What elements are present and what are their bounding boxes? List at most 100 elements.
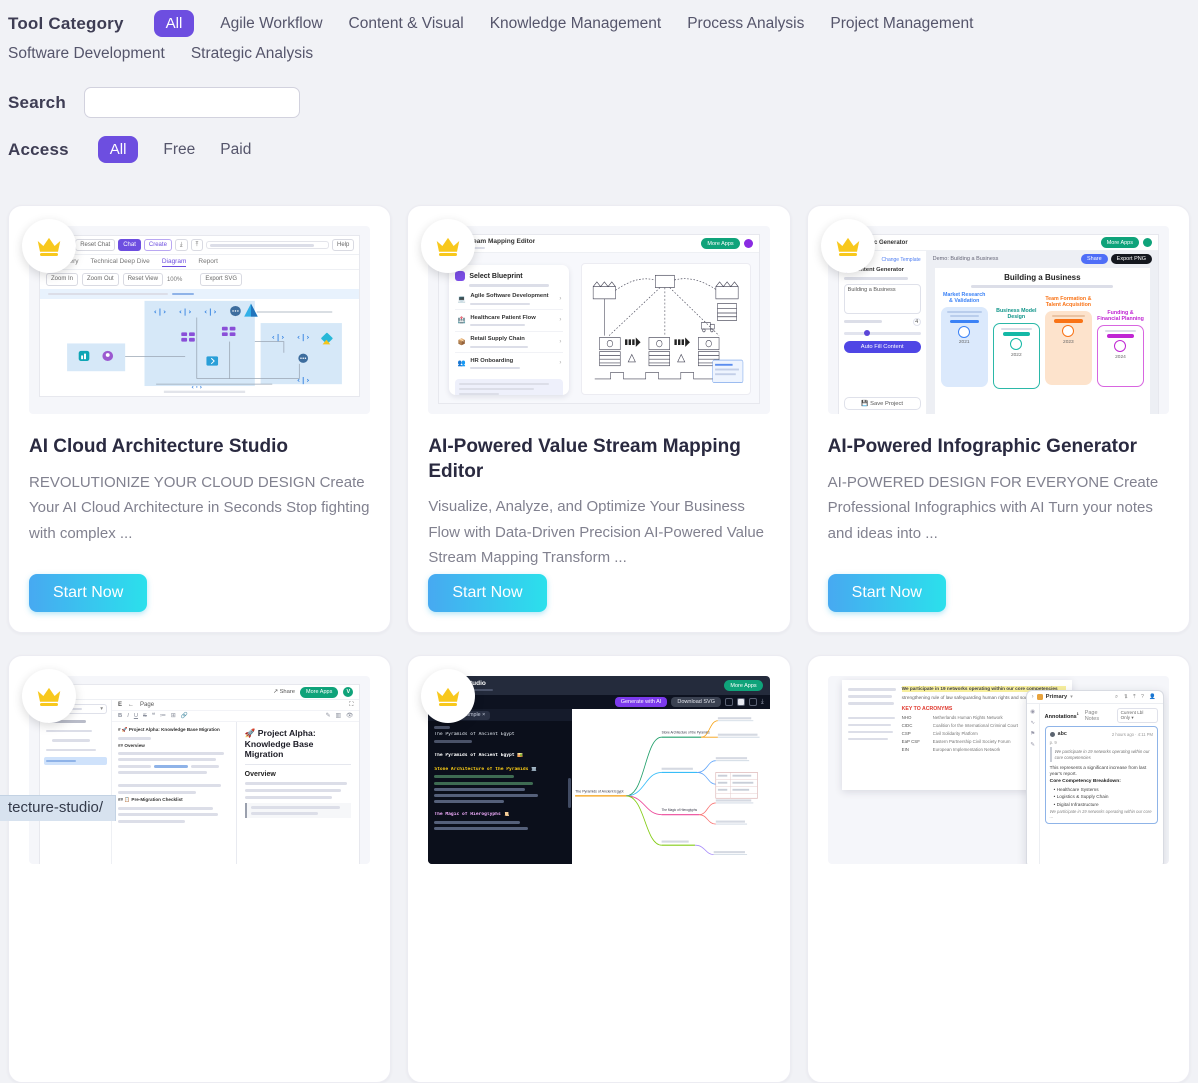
section-label: Funding & Financial Planning [1097, 310, 1144, 325]
markdown-source-pane: # 🚀 Project Alpha: Knowledge Base Migrat… [112, 722, 236, 864]
svg-text:‹|›: ‹|› [203, 307, 217, 317]
text-line [251, 806, 340, 809]
acronym-value: Civil Solidarity Platform [933, 731, 978, 736]
card-pdf-annotator[interactable]: We participate in 19 networks operating … [807, 655, 1190, 1083]
search-input[interactable] [84, 87, 300, 118]
category-knowledge-management[interactable]: Knowledge Management [490, 15, 661, 33]
text-line [470, 367, 520, 369]
blueprint-name: HR Onboarding [470, 358, 520, 366]
text-line [245, 782, 347, 785]
premium-badge [22, 669, 76, 723]
category-project-management[interactable]: Project Management [830, 15, 973, 33]
blockquote [245, 803, 352, 818]
acronym-value: European Implementation Network [933, 747, 1001, 752]
mini-window: Value Stream Mapping Editor More Apps [438, 234, 759, 404]
text-line [118, 752, 224, 755]
mini-tab-technical: Technical Deep Dive [91, 258, 150, 267]
generate-with-ai-button: Generate with AI [615, 697, 668, 707]
mini-window: Infographic Generator More Apps Editor C… [838, 234, 1159, 414]
progress-bar [1054, 319, 1083, 323]
section-label: Market Research & Validation [941, 292, 988, 307]
section-label: Business Model Design [993, 308, 1040, 323]
strikethrough-icon: S [143, 713, 147, 719]
bold-icon: B [118, 713, 122, 719]
scrollbar[interactable] [568, 778, 571, 808]
text-line [191, 765, 219, 768]
panel-title: Select Blueprint [469, 273, 522, 280]
start-now-button[interactable]: Start Now [29, 574, 147, 612]
share-button: Share [1081, 254, 1108, 264]
text-line [118, 737, 151, 740]
access-label: Access [8, 140, 69, 160]
slider-knob [864, 330, 870, 336]
acronym-value: Eastern Partnership Civil Society Forum [933, 739, 1011, 744]
page: Tool Category All Agile Workflow Content… [0, 0, 1198, 1083]
share-label: Share [280, 689, 295, 695]
start-now-button[interactable]: Start Now [428, 574, 546, 612]
reset-view-button: Reset View [123, 273, 163, 285]
preview-heading: Overview [245, 771, 352, 778]
breakdown-item-label: Digital Infrastructure [1057, 802, 1099, 807]
svg-text:‹·›: ‹·› [191, 383, 203, 391]
access-free[interactable]: Free [163, 141, 195, 159]
blueprint-name: Retail Supply Chain [470, 336, 528, 344]
file-tree-sidebar: ▾ [40, 700, 112, 864]
card-ai-cloud-architecture-studio[interactable]: + New Reset Chat Chat Create ⤓ ⤒ Help Di… [8, 205, 391, 633]
breakdown-item: • Logistics & Supply Chain [1050, 794, 1153, 799]
auto-fill-button: Auto Fill Content [844, 341, 921, 353]
page-label: Page [140, 702, 154, 708]
infographic-canvas: Building a Business Market Research & Va… [935, 268, 1150, 414]
text-line [46, 730, 92, 733]
document-left-column [848, 686, 896, 784]
category-content-visual[interactable]: Content & Visual [349, 15, 464, 33]
note-page-ref: p. 9 [1050, 740, 1153, 745]
zoom-in-button: Zoom In [46, 273, 78, 285]
blueprint-name: Healthcare Patient Flow [470, 315, 535, 323]
card-knowledge-base-editor[interactable]: ↗ Share More Apps V ▾ [8, 655, 391, 1083]
text-line [844, 320, 882, 323]
text-line [459, 393, 499, 395]
category-strategic-analysis[interactable]: Strategic Analysis [191, 45, 313, 63]
crown-icon [34, 681, 64, 711]
text-line [251, 812, 319, 815]
text-line [470, 303, 530, 305]
code-line: The Pyramids of Ancient Egypt 🏜️ [434, 753, 567, 758]
thumbnail-cloud-architecture: + New Reset Chat Chat Create ⤓ ⤒ Help Di… [29, 226, 370, 414]
link-preview-statusbar: tecture-studio/ [0, 795, 116, 821]
section-year: 2024 [1115, 355, 1126, 360]
vsm-diagram [582, 264, 749, 394]
panel-header: Select Blueprint [455, 271, 563, 281]
category-pill-all[interactable]: All [154, 10, 195, 37]
category-process-analysis[interactable]: Process Analysis [687, 15, 804, 33]
mini-help-button: Help [332, 239, 354, 251]
people-icon: 👥 [457, 359, 466, 367]
premium-badge [22, 219, 76, 273]
card-value-stream-mapping-editor[interactable]: Value Stream Mapping Editor More Apps [407, 205, 790, 633]
more-apps-button: More Apps [701, 238, 739, 249]
mini-header: ↗ Share More Apps V [40, 685, 359, 700]
access-pill-all[interactable]: All [98, 136, 139, 163]
card-markmap-studio[interactable]: Markmap Studio More Apps Generate with A… [407, 655, 790, 1083]
infographic-title: Building a Business [941, 273, 1144, 282]
mini-chat-button: Chat [118, 239, 141, 251]
pin-icon: ✎ [1030, 742, 1035, 748]
access-paid[interactable]: Paid [220, 141, 251, 159]
thumbnail-markmap-studio: Markmap Studio More Apps Generate with A… [428, 676, 769, 864]
chevron-down-icon: ▾ [1070, 694, 1073, 700]
text-line [470, 346, 528, 348]
mini-tab-report: Report [198, 258, 218, 267]
category-software-development[interactable]: Software Development [8, 45, 165, 63]
link-placeholder [154, 765, 187, 768]
text-line [434, 726, 450, 729]
text-line [434, 794, 538, 797]
acronym-key: CIDC [902, 723, 928, 728]
panel-action-icons: ⌕ ⇅ ⤒ ? 👤 [1115, 694, 1158, 701]
note-text: This represents a significant increase f… [1050, 765, 1153, 777]
category-agile-workflow[interactable]: Agile Workflow [220, 15, 322, 33]
flag-icon: ⚑ [1030, 731, 1035, 737]
category-label: Tool Category [8, 14, 124, 34]
start-now-button[interactable]: Start Now [828, 574, 946, 612]
chevron-right-icon: › [559, 317, 561, 323]
divider [245, 764, 352, 765]
card-infographic-generator[interactable]: Infographic Generator More Apps Editor C… [807, 205, 1190, 633]
